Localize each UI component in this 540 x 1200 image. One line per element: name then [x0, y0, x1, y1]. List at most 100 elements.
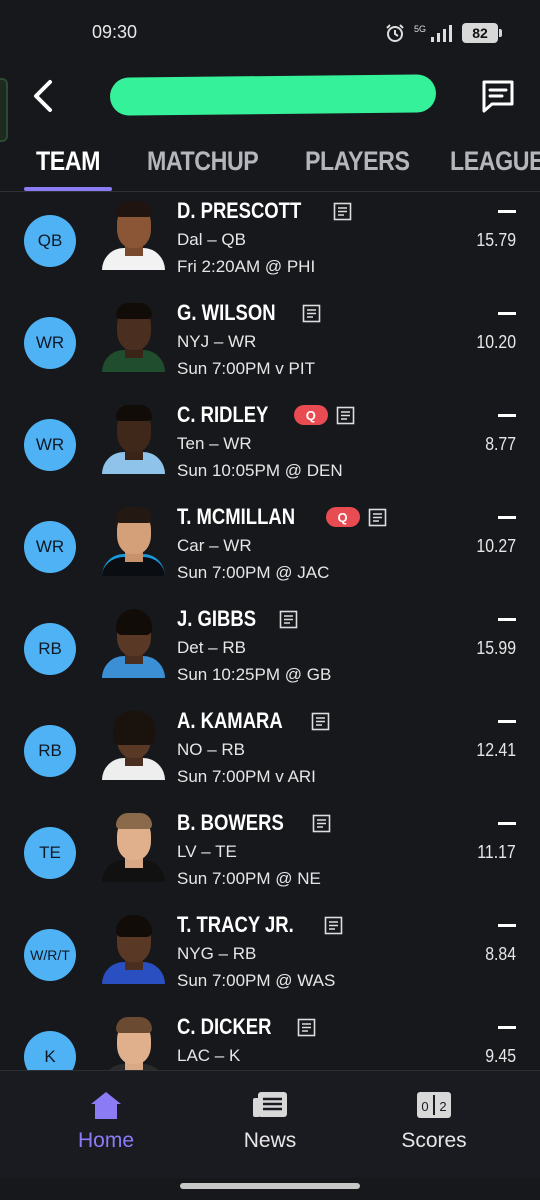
team-position: NYJ – WR [177, 332, 257, 351]
player-name[interactable]: D. PRESCOTT [177, 198, 301, 224]
actual-points-dash [498, 618, 516, 621]
actual-points-dash [498, 414, 516, 417]
projected-points: 10.20 [476, 332, 516, 352]
nav-news[interactable]: News [200, 1089, 340, 1153]
position-badge[interactable]: WR [24, 521, 76, 573]
player-name[interactable]: A. KAMARA [177, 708, 283, 734]
nav-scores-label: Scores [401, 1129, 467, 1152]
team-position: Car – WR [177, 536, 252, 555]
game-info: Fri 2:20AM @ PHI [177, 257, 316, 276]
actual-points-dash [498, 312, 516, 315]
name-line: G. WILSON [177, 300, 321, 326]
position-badge[interactable]: RB [24, 623, 76, 675]
player-name[interactable]: J. GIBBS [177, 606, 256, 632]
roster-row[interactable]: RB J. GIBBS Det – RB Sun 10:25PM @ GB 15… [0, 600, 540, 702]
team-position: NO – RB [177, 740, 246, 759]
tab-league[interactable]: LEAGUE [450, 146, 540, 177]
game-info: Sun 7:00PM @ WAS [177, 971, 336, 990]
scores-icon: 02 [417, 1092, 451, 1118]
nav-home-label: Home [77, 1129, 135, 1152]
player-name[interactable]: T. TRACY JR. [177, 912, 294, 938]
team-position: Dal – QB [177, 230, 246, 249]
roster-row[interactable]: TE B. BOWERS LV – TE Sun 7:00PM @ NE 11.… [0, 804, 540, 906]
projected-points: 9.45 [485, 1046, 516, 1066]
roster-row[interactable]: K C. DICKER LAC – K 9.45 [0, 1008, 540, 1070]
chat-icon [482, 80, 514, 113]
actual-points-dash [498, 924, 516, 927]
player-name[interactable]: T. MCMILLAN [177, 504, 295, 530]
status-time: 09:30 [92, 22, 138, 42]
chat-button[interactable] [478, 76, 518, 116]
player-name[interactable]: G. WILSON [177, 300, 276, 326]
player-note-icon[interactable] [302, 304, 321, 323]
team-position: LAC – K [177, 1046, 241, 1065]
player-headshot [102, 708, 165, 780]
game-info: Sun 10:05PM @ DEN [177, 461, 343, 480]
player-headshot [102, 606, 165, 678]
nav-scores[interactable]: 02 Scores [364, 1089, 504, 1153]
game-info: Sun 7:00PM @ JAC [177, 563, 330, 582]
player-note-icon[interactable] [279, 610, 298, 629]
actual-points-dash [498, 1026, 516, 1029]
position-badge[interactable]: WR [24, 317, 76, 369]
projected-points: 15.79 [476, 230, 516, 250]
app-header [0, 64, 540, 142]
bottom-nav: Home News 02 Scores [0, 1070, 540, 1178]
name-line: T. TRACY JR. [177, 912, 343, 938]
projected-points: 10.27 [476, 536, 516, 556]
game-info: Sun 7:00PM v ARI [177, 767, 316, 786]
name-line: B. BOWERS [177, 810, 331, 836]
position-badge[interactable]: QB [24, 215, 76, 267]
injury-status-badge: Q [325, 507, 360, 527]
roster-row[interactable]: WR G. WILSON NYJ – WR Sun 7:00PM v PIT 1… [0, 294, 540, 396]
nav-home[interactable]: Home [36, 1089, 176, 1153]
home-indicator[interactable] [180, 1183, 360, 1189]
player-note-icon[interactable] [324, 916, 343, 935]
name-line: D. PRESCOTT [177, 198, 352, 224]
roster-row[interactable]: QB D. PRESCOTT Dal – QB Fri 2:20AM @ PHI… [0, 192, 540, 294]
back-button[interactable] [28, 76, 60, 116]
player-headshot [102, 198, 165, 270]
player-note-icon[interactable] [312, 814, 331, 833]
team-position: Ten – WR [177, 434, 252, 453]
tab-bar: TEAM MATCHUP PLAYERS LEAGUE [0, 132, 540, 192]
name-line: C. DICKER [177, 1014, 316, 1040]
player-note-icon[interactable] [297, 1018, 316, 1037]
injury-status-badge: Q [293, 405, 328, 425]
player-headshot [102, 300, 165, 372]
player-name[interactable]: C. RIDLEY [177, 402, 268, 428]
player-headshot [102, 912, 165, 984]
tab-matchup[interactable]: MATCHUP [147, 146, 259, 177]
position-badge[interactable]: WR [24, 419, 76, 471]
home-icon [91, 1092, 121, 1119]
player-note-icon[interactable] [311, 712, 330, 731]
roster-row[interactable]: W/R/T T. TRACY JR. NYG – RB Sun 7:00PM @… [0, 906, 540, 1008]
roster-row[interactable]: WR T. MCMILLAN Q Car – WR Sun 7:00PM @ J… [0, 498, 540, 600]
player-note-icon[interactable] [368, 508, 387, 527]
player-note-icon[interactable] [336, 406, 355, 425]
player-name[interactable]: B. BOWERS [177, 810, 284, 836]
position-badge[interactable]: K [24, 1031, 76, 1070]
position-badge[interactable]: TE [24, 827, 76, 879]
tab-team[interactable]: TEAM [36, 146, 100, 177]
actual-points-dash [498, 822, 516, 825]
position-badge[interactable]: W/R/T [24, 929, 76, 981]
projected-points: 8.84 [485, 944, 516, 964]
player-note-icon[interactable] [333, 202, 352, 221]
roster-list[interactable]: QB D. PRESCOTT Dal – QB Fri 2:20AM @ PHI… [0, 192, 540, 1070]
position-badge[interactable]: RB [24, 725, 76, 777]
active-tab-indicator [24, 187, 112, 191]
actual-points-dash [498, 516, 516, 519]
status-icons: 5G 82 [384, 22, 502, 44]
player-headshot [102, 810, 165, 882]
alarm-icon [384, 22, 406, 44]
league-title-redacted [109, 74, 437, 116]
projected-points: 11.17 [477, 842, 516, 862]
svg-text:0: 0 [421, 1099, 428, 1114]
roster-row[interactable]: WR C. RIDLEY Q Ten – WR Sun 10:05PM @ DE… [0, 396, 540, 498]
tab-players[interactable]: PLAYERS [305, 146, 410, 177]
svg-text:2: 2 [439, 1099, 446, 1114]
player-name[interactable]: C. DICKER [177, 1014, 271, 1040]
roster-row[interactable]: RB A. KAMARA NO – RB Sun 7:00PM v ARI 12… [0, 702, 540, 804]
status-bar: 09:30 5G 82 [0, 0, 540, 64]
